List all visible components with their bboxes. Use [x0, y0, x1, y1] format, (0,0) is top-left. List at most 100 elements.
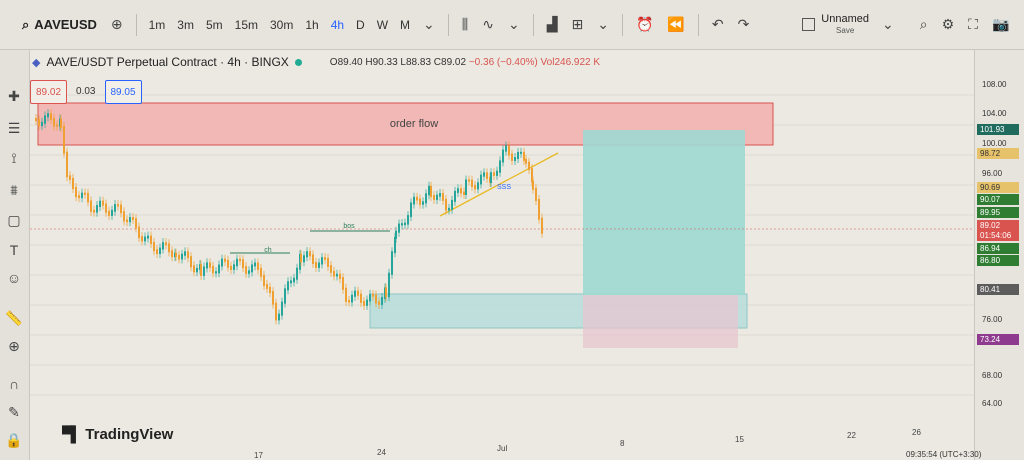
candle-body	[206, 262, 208, 269]
tradingview-logo[interactable]: ▀▌ TradingView	[62, 426, 173, 443]
candle-body	[147, 235, 149, 239]
chart-legend: ◆ AAVE/USDT Perpetual Contract · 4h · BI…	[32, 55, 600, 69]
ohlc-close: C89.02	[433, 56, 467, 68]
sell-button[interactable]: 89.02	[30, 80, 68, 104]
ch-label: ch	[264, 247, 272, 254]
candle-body	[451, 199, 453, 210]
candle-body	[284, 288, 286, 304]
candle-body	[69, 175, 71, 180]
time-tick: 24	[377, 448, 386, 457]
candle-body	[181, 253, 183, 260]
candle-body	[248, 270, 250, 274]
candle-body	[99, 200, 101, 208]
candle-body	[209, 262, 211, 268]
candle-body	[129, 217, 131, 223]
countdown-label: 01:54:06	[977, 230, 1019, 241]
price-tick: 100.00	[982, 139, 1007, 148]
candle-body	[433, 195, 435, 200]
ohlc-low: L88.83	[400, 56, 432, 68]
candle-body	[490, 172, 492, 184]
candle-body	[184, 251, 186, 256]
candle-body	[251, 264, 253, 273]
position-stop-zone[interactable]	[583, 295, 738, 348]
candle-body	[321, 257, 323, 265]
candle-body	[303, 255, 305, 263]
candle-body	[354, 290, 356, 297]
price-label: 101.93	[977, 124, 1019, 135]
legend-title[interactable]: AAVE/USDT Perpetual Contract · 4h · BING…	[46, 55, 288, 69]
candle-body	[178, 254, 180, 260]
candle-body	[439, 193, 441, 197]
candle-body	[290, 280, 292, 284]
candle-body	[398, 223, 400, 233]
candle-body	[315, 262, 317, 268]
candle-body	[215, 271, 217, 274]
buy-button[interactable]: 89.05	[104, 80, 142, 104]
candle-body	[428, 185, 430, 196]
candle-body	[269, 286, 271, 294]
candle-body	[168, 243, 170, 253]
candle-body	[56, 124, 58, 127]
candle-body	[460, 188, 462, 194]
candle-body	[535, 187, 537, 202]
candle-body	[508, 145, 510, 156]
candle-body	[511, 153, 513, 161]
candle-body	[486, 172, 488, 179]
ohlc-open: O89.40	[329, 56, 363, 68]
candle-body	[502, 149, 504, 163]
time-tick: 8	[620, 439, 625, 448]
candle-body	[425, 193, 427, 204]
candle-body	[230, 265, 232, 270]
candle-body	[471, 179, 473, 187]
order-flow-label: order flow	[390, 118, 438, 130]
bos-label: bos	[343, 223, 355, 230]
candle-body	[532, 180, 534, 190]
candle-body	[296, 267, 298, 280]
candle-body	[153, 241, 155, 252]
candle-body	[306, 251, 308, 258]
price-label: 86.94	[977, 243, 1019, 254]
candle-body	[541, 217, 543, 234]
candle-body	[132, 217, 134, 221]
candle-body	[468, 179, 470, 182]
price-chart[interactable]: order flow bos ch SSS	[0, 0, 1024, 460]
candle-body	[53, 118, 55, 127]
candle-body	[445, 198, 447, 211]
candle-body	[517, 151, 519, 160]
price-label: 90.69	[977, 182, 1019, 193]
candle-body	[480, 174, 482, 185]
candle-body	[114, 204, 116, 212]
candle-body	[442, 193, 444, 201]
candle-body	[369, 293, 371, 302]
candle-body	[357, 290, 359, 296]
candle-body	[93, 209, 95, 213]
candle-body	[407, 215, 409, 225]
candle-body	[135, 218, 137, 229]
candle-body	[348, 299, 350, 303]
candle-body	[538, 199, 540, 220]
candle-body	[312, 254, 314, 265]
candle-body	[171, 250, 173, 258]
price-tick: 64.00	[982, 399, 1003, 408]
candle-body	[47, 113, 49, 118]
candle-body	[272, 291, 274, 305]
candle-body	[50, 113, 52, 121]
candle-body	[233, 264, 235, 270]
candle-body	[363, 300, 365, 306]
candle-body	[35, 118, 37, 122]
candle-body	[105, 203, 107, 213]
price-label: 86.80	[977, 255, 1019, 266]
candle-body	[126, 219, 128, 223]
candle-body	[493, 172, 495, 176]
volume-value: Vol246.922 K	[540, 56, 601, 68]
candle-body	[345, 287, 347, 302]
candle-body	[410, 202, 412, 218]
candle-body	[336, 273, 338, 277]
candle-body	[196, 267, 198, 273]
coin-icon: ◆	[32, 56, 41, 69]
position-target-zone[interactable]	[583, 130, 745, 295]
candle-body	[523, 151, 525, 161]
candle-body	[239, 258, 241, 262]
clock[interactable]: 09:35:54 (UTC+3:30)	[906, 450, 981, 459]
candle-body	[162, 242, 164, 250]
